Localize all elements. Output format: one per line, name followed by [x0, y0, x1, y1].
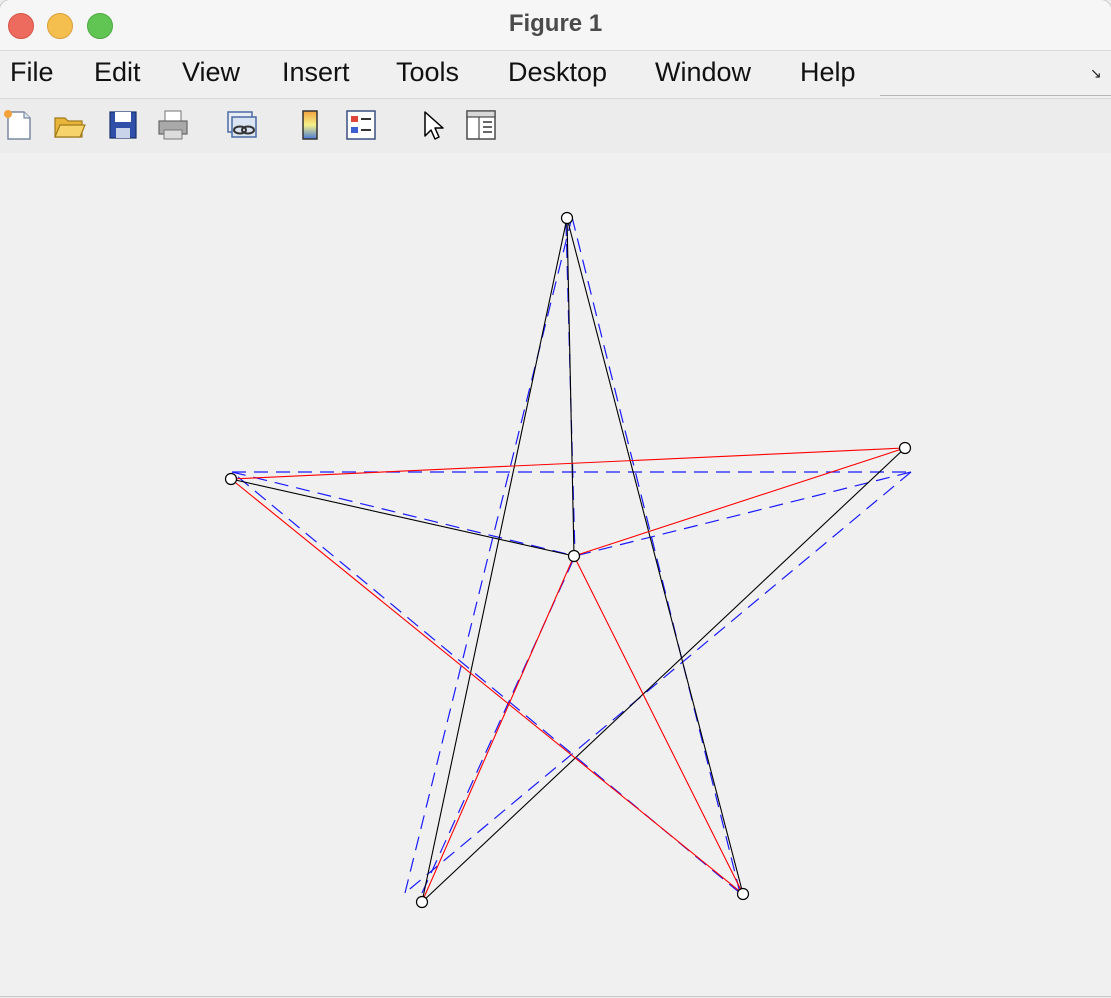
blue-dashed-edge	[571, 216, 741, 894]
title-bar: Figure 1	[0, 0, 1111, 51]
red-star-edges	[230, 447, 906, 903]
save-icon[interactable]	[106, 108, 140, 142]
menu-desktop[interactable]: Desktop	[508, 57, 607, 88]
pointer-icon[interactable]	[416, 108, 450, 142]
window-title: Figure 1	[508, 10, 603, 37]
dock-arrow-icon[interactable]: ↘	[1090, 65, 1102, 82]
menu-bar: File Edit View Insert Tools Desktop Wind…	[0, 51, 1111, 97]
vertex-marker-bottom-left[interactable]	[415, 895, 429, 909]
red-edge	[230, 478, 744, 895]
red-edge	[421, 555, 575, 903]
black-edge	[421, 217, 568, 903]
figure-window: Figure 1 File Edit View Insert Tools Des…	[0, 0, 1111, 996]
vertex-marker-bottom-right[interactable]	[736, 887, 750, 901]
vertex-marker-top[interactable]	[560, 211, 574, 225]
colorbar-icon[interactable]	[294, 108, 328, 142]
property-editor-icon[interactable]	[464, 108, 498, 142]
black-edge	[566, 217, 744, 895]
print-icon[interactable]	[156, 108, 190, 142]
menu-window[interactable]: Window	[655, 57, 751, 88]
menu-file[interactable]: File	[10, 57, 54, 88]
open-file-icon[interactable]	[52, 108, 86, 142]
new-figure-icon[interactable]	[2, 108, 36, 142]
black-star-edges	[230, 217, 906, 903]
blue-dashed-edge	[404, 216, 573, 894]
link-plot-icon[interactable]	[224, 108, 258, 142]
legend-icon[interactable]	[344, 108, 378, 142]
menu-tools[interactable]: Tools	[396, 57, 459, 88]
vertex-marker-left[interactable]	[224, 472, 238, 486]
vertex-marker-right[interactable]	[898, 441, 912, 455]
figure-toolbar	[0, 98, 1111, 154]
black-edge	[421, 447, 906, 903]
menu-help[interactable]: Help	[800, 57, 856, 88]
menu-view[interactable]: View	[182, 57, 240, 88]
star-plot-svg	[224, 211, 912, 909]
menu-edit[interactable]: Edit	[94, 57, 141, 88]
black-edge	[230, 478, 575, 557]
figure-canvas[interactable]	[0, 153, 1111, 996]
menu-insert[interactable]: Insert	[282, 57, 350, 88]
red-edge	[573, 555, 744, 895]
menu-divider	[880, 95, 1111, 96]
black-edge	[566, 217, 575, 557]
red-edge	[573, 447, 906, 557]
vertex-marker-center[interactable]	[567, 549, 581, 563]
red-edge	[230, 447, 906, 480]
blue-dashed-edge	[574, 471, 912, 557]
blue-dashed-edge	[231, 471, 576, 557]
